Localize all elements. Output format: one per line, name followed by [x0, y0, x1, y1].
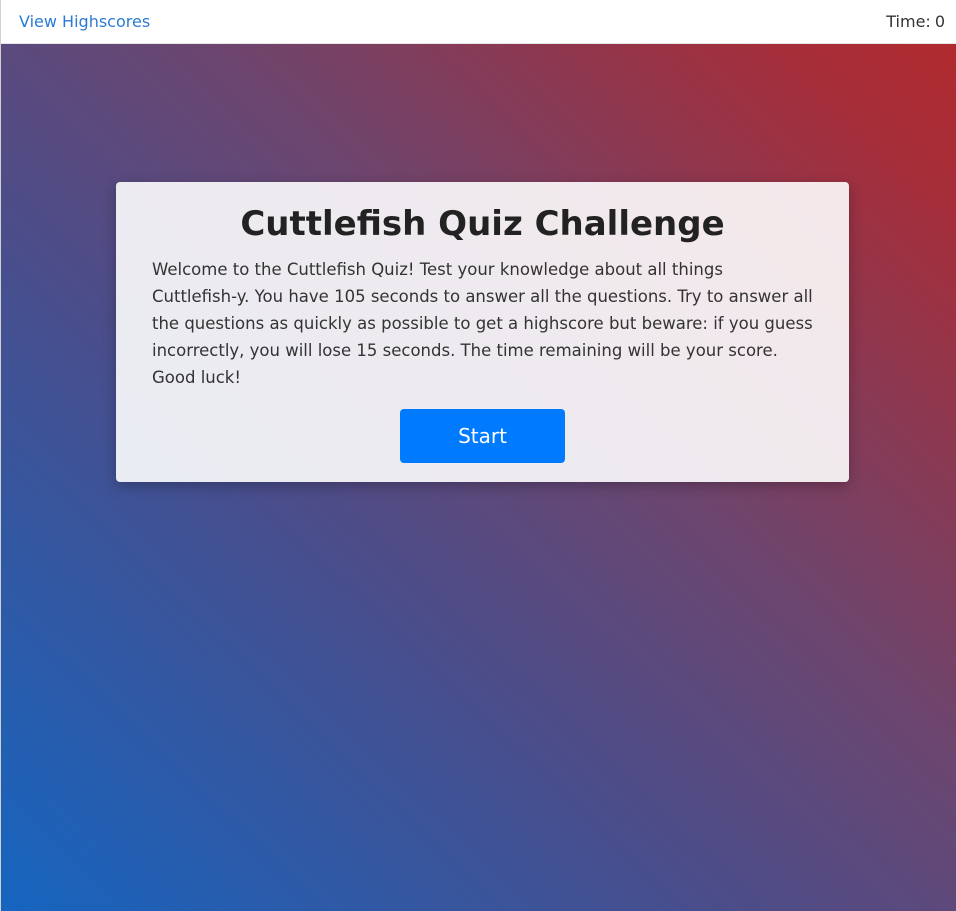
timer-value: 0 [934, 12, 945, 31]
view-highscores-link[interactable]: View Highscores [19, 12, 150, 31]
start-button-container: Start [152, 409, 813, 463]
top-bar: View Highscores Time: 0 [1, 0, 956, 44]
quiz-intro-card: Cuttlefish Quiz Challenge Welcome to the… [116, 182, 849, 482]
quiz-description: Welcome to the Cuttlefish Quiz! Test you… [152, 260, 813, 387]
quiz-title: Cuttlefish Quiz Challenge [240, 204, 725, 244]
timer-label: Time: [886, 12, 931, 31]
timer: Time: 0 [886, 12, 945, 31]
start-button[interactable]: Start [400, 409, 565, 463]
